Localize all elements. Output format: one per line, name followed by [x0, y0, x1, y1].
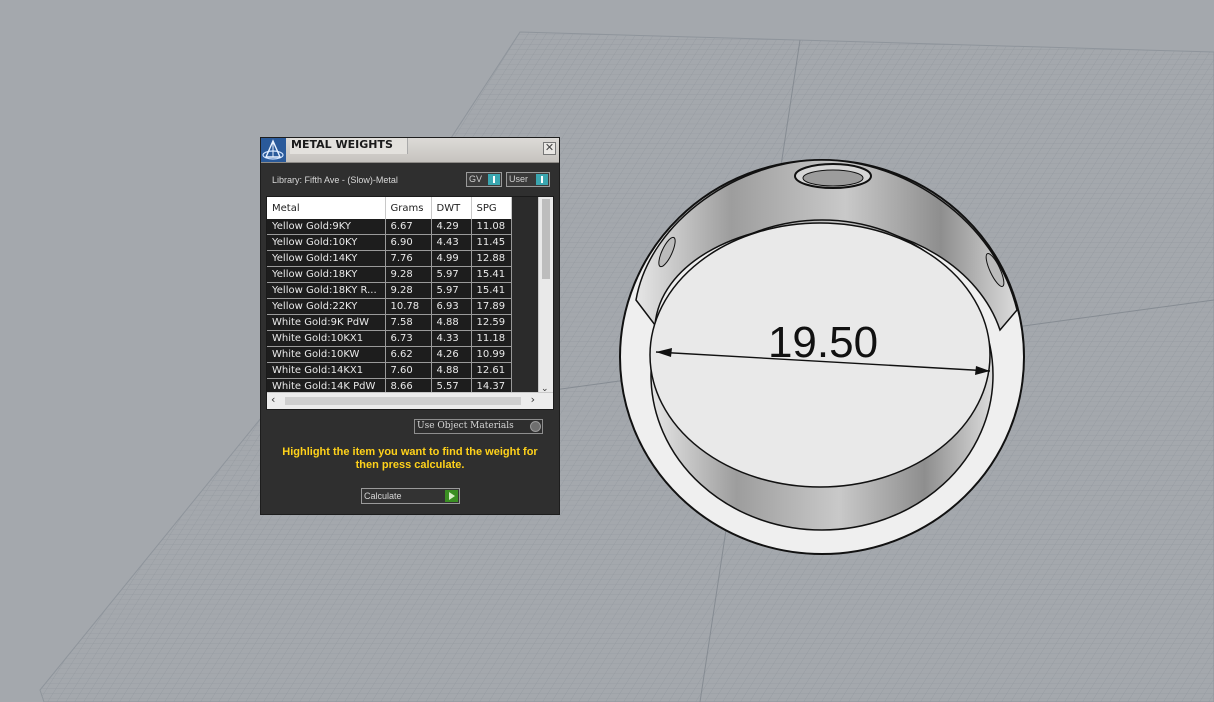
dwt-cell: 4.88	[431, 314, 472, 331]
grams-cell: 9.28	[385, 266, 432, 283]
table-row[interactable]: White Gold:9K PdW 7.58 4.88 12.59	[267, 314, 512, 331]
metal-weights-panel: METAL WEIGHTS ✕ Library: Fifth Ave - (Sl…	[260, 137, 560, 515]
panel-title: METAL WEIGHTS	[290, 138, 408, 154]
spg-cell: 11.08	[471, 219, 512, 235]
chevron-right-icon[interactable]: ›	[531, 393, 535, 406]
table-row[interactable]: Yellow Gold:14KY 7.76 4.99 12.88	[267, 250, 512, 267]
spg-cell: 17.89	[471, 298, 512, 315]
table-row[interactable]: Yellow Gold:22KY 10.78 6.93 17.89	[267, 298, 512, 315]
metal-cell: Yellow Gold:18KY	[267, 266, 386, 283]
gv-toggle[interactable]: GV	[466, 172, 502, 187]
3d-viewport[interactable]: 19.50	[0, 0, 1214, 702]
close-icon[interactable]: ✕	[543, 142, 556, 155]
grams-cell: 6.62	[385, 346, 432, 363]
dwt-cell: 4.33	[431, 330, 472, 347]
spg-cell: 11.18	[471, 330, 512, 347]
spg-cell: 15.41	[471, 266, 512, 283]
spg-cell: 12.88	[471, 250, 512, 267]
horizontal-scroll-thumb[interactable]	[285, 397, 521, 405]
metal-cell: White Gold:10KW	[267, 346, 386, 363]
grams-cell: 9.28	[385, 282, 432, 299]
metal-cell: White Gold:10KX1	[267, 330, 386, 347]
dwt-cell: 4.29	[431, 219, 472, 235]
dwt-cell: 4.99	[431, 250, 472, 267]
vertical-scrollbar[interactable]: ⌄	[538, 197, 553, 395]
column-header-spg[interactable]: SPG	[471, 197, 512, 219]
spg-cell: 12.61	[471, 362, 512, 379]
grams-cell: 6.67	[385, 219, 432, 235]
calculate-label: Calculate	[364, 491, 402, 501]
dwt-cell: 4.26	[431, 346, 472, 363]
dwt-cell: 5.97	[431, 266, 472, 283]
dwt-cell: 4.88	[431, 362, 472, 379]
dimension-label: 19.50	[768, 318, 878, 367]
toggle-on-icon	[536, 174, 548, 185]
vertical-scroll-thumb[interactable]	[542, 199, 550, 279]
spg-cell: 10.99	[471, 346, 512, 363]
dwt-cell: 5.97	[431, 282, 472, 299]
dwt-cell: 4.43	[431, 234, 472, 251]
toggle-on-icon	[488, 174, 500, 185]
panel-titlebar[interactable]: METAL WEIGHTS ✕	[261, 138, 559, 163]
spg-cell: 12.59	[471, 314, 512, 331]
grams-cell: 10.78	[385, 298, 432, 315]
user-toggle[interactable]: User	[506, 172, 550, 187]
metal-cell: White Gold:9K PdW	[267, 314, 386, 331]
table-header-row: Metal Grams DWT SPG	[267, 197, 512, 219]
metal-cell: Yellow Gold:14KY	[267, 250, 386, 267]
column-header-metal[interactable]: Metal	[267, 197, 386, 219]
instruction-text: Highlight the item you want to find the …	[282, 446, 538, 471]
chevron-left-icon[interactable]: ‹	[271, 393, 275, 406]
play-icon[interactable]	[445, 490, 458, 502]
horizontal-scrollbar[interactable]: ‹ ›	[267, 392, 553, 409]
metal-cell: Yellow Gold:22KY	[267, 298, 386, 315]
column-header-dwt[interactable]: DWT	[431, 197, 472, 219]
column-header-grams[interactable]: Grams	[385, 197, 432, 219]
dwt-cell: 6.93	[431, 298, 472, 315]
grams-cell: 6.73	[385, 330, 432, 347]
metal-table[interactable]: Metal Grams DWT SPG Yellow Gold:9KY 6.67 4…	[266, 196, 554, 410]
use-object-materials-option[interactable]: Use Object Materials	[414, 419, 543, 434]
table-row[interactable]: Yellow Gold:10KY 6.90 4.43 11.45	[267, 234, 512, 251]
grams-cell: 7.76	[385, 250, 432, 267]
grams-cell: 7.58	[385, 314, 432, 331]
radio-off-icon[interactable]	[530, 421, 541, 432]
grams-cell: 7.60	[385, 362, 432, 379]
ring-model[interactable]: 19.50	[619, 159, 1025, 555]
library-label: Library: Fifth Ave - (Slow)-Metal	[272, 175, 398, 185]
table-row[interactable]: White Gold:10KX1 6.73 4.33 11.18	[267, 330, 512, 347]
table-row[interactable]: Yellow Gold:18KY R... 9.28 5.97 15.41	[267, 282, 512, 299]
grams-cell: 6.90	[385, 234, 432, 251]
gv-toggle-label: GV	[469, 174, 483, 184]
use-object-materials-label: Use Object Materials	[417, 421, 514, 431]
table-row[interactable]: Yellow Gold:18KY 9.28 5.97 15.41	[267, 266, 512, 283]
table-row[interactable]: Yellow Gold:9KY 6.67 4.29 11.08	[267, 219, 512, 235]
rhino-app-icon	[261, 138, 286, 162]
metal-cell: Yellow Gold:10KY	[267, 234, 386, 251]
metal-cell: White Gold:14KX1	[267, 362, 386, 379]
metal-cell: Yellow Gold:9KY	[267, 219, 386, 235]
user-toggle-label: User	[509, 174, 529, 184]
spg-cell: 15.41	[471, 282, 512, 299]
metal-cell: Yellow Gold:18KY R...	[267, 282, 386, 299]
table-row[interactable]: White Gold:10KW 6.62 4.26 10.99	[267, 346, 512, 363]
spg-cell: 11.45	[471, 234, 512, 251]
table-row[interactable]: White Gold:14KX1 7.60 4.88 12.61	[267, 362, 512, 379]
calculate-button[interactable]: Calculate	[361, 488, 460, 504]
